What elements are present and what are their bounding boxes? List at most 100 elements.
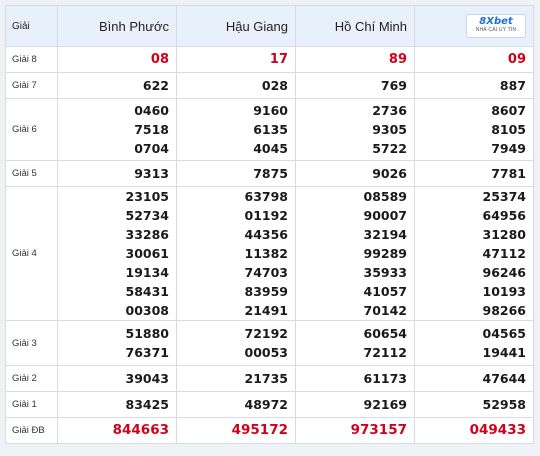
winning-number: 98266	[482, 303, 527, 318]
prize-label: Giải 4	[5, 186, 58, 321]
winning-number: 028	[261, 78, 288, 93]
winning-number: 52958	[482, 397, 527, 412]
winning-number: 51880	[125, 326, 170, 341]
winning-number: 5722	[372, 141, 407, 156]
prize-cell: 769	[295, 72, 415, 99]
winning-number: 9305	[372, 122, 407, 137]
winning-number: 01192	[244, 208, 289, 223]
winning-number: 973157	[350, 422, 407, 438]
prize-cell: 0460 7518 0704	[57, 98, 177, 161]
winning-number: 622	[142, 78, 169, 93]
results-panel: Giải Bình Phước Hậu Giang Hồ Chí Minh 8X…	[0, 0, 540, 456]
prize-cell: 973157	[295, 417, 415, 444]
prize-cell: 25374 64956 31280 47112 96246 10193 98266	[414, 186, 534, 321]
winning-number: 2736	[372, 103, 407, 118]
winning-number: 0704	[134, 141, 169, 156]
prize-cell: 2736 9305 5722	[295, 98, 415, 161]
winning-number: 08	[150, 52, 169, 67]
winning-number: 72192	[244, 326, 289, 341]
prize-row-giai-4: Giải 4 23105 52734 33286 30061 19134 58431 0030…	[5, 186, 534, 321]
prize-cell: 08	[57, 46, 177, 73]
winning-number: 4045	[253, 141, 288, 156]
winning-number: 8105	[491, 122, 526, 137]
winning-number: 09	[507, 52, 526, 67]
winning-number: 92169	[363, 397, 408, 412]
prize-cell: 51880 76371	[57, 320, 177, 366]
prize-cell: 83425	[57, 391, 177, 418]
winning-number: 9313	[134, 166, 169, 181]
winning-number: 25374	[482, 189, 527, 204]
winning-number: 9160	[253, 103, 288, 118]
prize-cell: 7781	[414, 160, 534, 187]
prize-cell: 60654 72112	[295, 320, 415, 366]
winning-number: 60654	[363, 326, 408, 341]
prize-row-giai-5: Giải 5 9313 7875 9026 7781	[5, 160, 534, 187]
winning-number: 769	[380, 78, 407, 93]
prize-cell: 09	[414, 46, 534, 73]
winning-number: 17	[269, 52, 288, 67]
prize-label: Giải ĐB	[5, 417, 58, 444]
winning-number: 44356	[244, 227, 289, 242]
prize-row-giai-1: Giải 1 83425 48972 92169 52958	[5, 391, 534, 418]
prize-cell: 48972	[176, 391, 296, 418]
prize-cell: 028	[176, 72, 296, 99]
logo-brand: 8Xbet	[479, 16, 513, 27]
winning-number: 52734	[125, 208, 170, 223]
province-heading[interactable]: Hậu Giang	[176, 5, 296, 47]
header-row: Giải Bình Phước Hậu Giang Hồ Chí Minh 8X…	[5, 5, 534, 47]
winning-number: 7518	[134, 122, 169, 137]
sponsor-logo[interactable]: 8Xbet · NHÀ CÁI UY TÍN ·	[466, 14, 526, 38]
province-heading[interactable]: Bình Phước	[57, 5, 177, 47]
winning-number: 31280	[482, 227, 527, 242]
winning-number: 00308	[125, 303, 170, 318]
winning-number: 08589	[363, 189, 408, 204]
prize-row-giai-2: Giải 2 39043 21735 61173 47644	[5, 365, 534, 392]
prize-cell: 622	[57, 72, 177, 99]
winning-number: 19134	[125, 265, 170, 280]
winning-number: 96246	[482, 265, 527, 280]
winning-number: 10193	[482, 284, 527, 299]
winning-number: 11382	[244, 246, 289, 261]
prize-cell: 92169	[295, 391, 415, 418]
winning-number: 32194	[363, 227, 408, 242]
winning-number: 35933	[363, 265, 408, 280]
sponsor-logo-cell[interactable]: 8Xbet · NHÀ CÁI UY TÍN ·	[414, 5, 534, 47]
prize-cell: 72192 00053	[176, 320, 296, 366]
prize-label: Giải 5	[5, 160, 58, 187]
winning-number: 887	[499, 78, 526, 93]
prize-cell: 844663	[57, 417, 177, 444]
prize-cell: 049433	[414, 417, 534, 444]
winning-number: 39043	[125, 371, 170, 386]
prize-row-giai-3: Giải 3 51880 76371 72192 00053 60654 72112 0456…	[5, 320, 534, 366]
prize-row-giai-6: Giải 6 0460 7518 0704 9160 6135 4045 2736 9305 57…	[5, 98, 534, 161]
winning-number: 04565	[482, 326, 527, 341]
prize-cell: 9160 6135 4045	[176, 98, 296, 161]
prize-row-giai-7: Giải 7 622 028 769 887	[5, 72, 534, 99]
prize-cell: 8607 8105 7949	[414, 98, 534, 161]
winning-number: 41057	[363, 284, 408, 299]
winning-number: 47112	[482, 246, 527, 261]
prize-cell: 9313	[57, 160, 177, 187]
province-heading[interactable]: Hồ Chí Minh	[295, 5, 415, 47]
winning-number: 72112	[363, 345, 408, 360]
prize-cell: 39043	[57, 365, 177, 392]
prize-cell: 63798 01192 44356 11382 74703 83959 21491	[176, 186, 296, 321]
header-label: Giải	[5, 5, 58, 47]
winning-number: 19441	[482, 345, 527, 360]
winning-number: 9026	[372, 166, 407, 181]
prize-cell: 04565 19441	[414, 320, 534, 366]
winning-number: 83425	[125, 397, 170, 412]
prize-cell: 61173	[295, 365, 415, 392]
prize-cell: 23105 52734 33286 30061 19134 58431 00308	[57, 186, 177, 321]
prize-cell: 495172	[176, 417, 296, 444]
winning-number: 47644	[482, 371, 527, 386]
prize-cell: 7875	[176, 160, 296, 187]
prize-row-giai-8: Giải 8 08 17 89 09	[5, 46, 534, 73]
winning-number: 83959	[244, 284, 289, 299]
prize-cell: 89	[295, 46, 415, 73]
winning-number: 63798	[244, 189, 289, 204]
prize-label: Giải 8	[5, 46, 58, 73]
winning-number: 89	[388, 52, 407, 67]
prize-cell: 47644	[414, 365, 534, 392]
winning-number: 6135	[253, 122, 288, 137]
